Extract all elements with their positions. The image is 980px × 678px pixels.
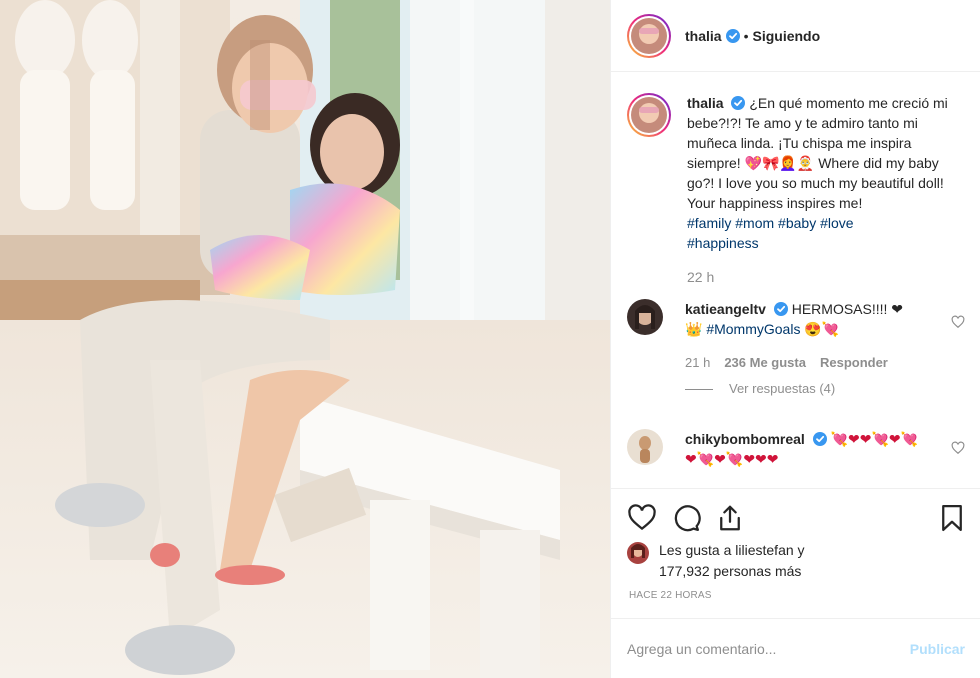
hashtag[interactable]: #mom bbox=[735, 215, 774, 231]
likes-count[interactable]: 177,932 personas más bbox=[659, 563, 801, 579]
following-button[interactable]: Siguiendo bbox=[752, 28, 820, 44]
comment-item: chikybombomreal 💘❤❤💘❤💘 ❤💘❤💘❤❤❤ bbox=[627, 429, 972, 469]
comment-text-2: 👑 #MommyGoals 😍💘 bbox=[685, 321, 840, 337]
liker-username[interactable]: liliestefan bbox=[735, 542, 793, 558]
verified-badge-icon bbox=[773, 302, 788, 316]
liker-avatar[interactable] bbox=[627, 542, 649, 564]
comment-like-heart-icon[interactable] bbox=[951, 441, 965, 455]
comments-list[interactable]: thalia ¿En qué momento me creció mi bebe… bbox=[611, 73, 980, 488]
post-side-panel: thalia • Siguiendo thalia ¿En qué moment… bbox=[610, 0, 980, 678]
publish-button[interactable]: Publicar bbox=[910, 641, 965, 657]
comment-text: HERMOSAS!!!! ❤ bbox=[791, 301, 904, 317]
bookmark-icon[interactable] bbox=[937, 503, 967, 533]
comment-likes[interactable]: 236 Me gusta bbox=[724, 353, 806, 373]
verified-badge-icon bbox=[725, 28, 740, 43]
view-replies-label: Ver respuestas (4) bbox=[729, 381, 836, 396]
action-bar bbox=[611, 488, 980, 548]
comment-icon[interactable] bbox=[671, 503, 701, 533]
caption-text: ¿En qué momento me creció mi bebe?!?! Te… bbox=[687, 95, 948, 211]
header-separator: • bbox=[743, 27, 749, 44]
post-header: thalia • Siguiendo bbox=[611, 0, 980, 72]
verified-badge-icon bbox=[812, 432, 827, 446]
comment-time[interactable]: 21 h bbox=[685, 353, 710, 373]
commenter-avatar[interactable] bbox=[627, 429, 663, 465]
comment-text: 💘❤❤💘❤💘 bbox=[830, 431, 919, 447]
comment-username[interactable]: chikybombomreal bbox=[685, 431, 805, 447]
author-avatar[interactable] bbox=[627, 13, 671, 58]
reply-button[interactable]: Responder bbox=[820, 353, 888, 373]
caption-time[interactable]: 22 h bbox=[687, 267, 964, 287]
commenter-avatar[interactable] bbox=[627, 299, 663, 335]
add-comment-bar: Publicar bbox=[611, 618, 980, 678]
author-username[interactable]: thalia bbox=[685, 28, 722, 44]
comment-like-heart-icon[interactable] bbox=[951, 315, 965, 329]
caption-avatar[interactable] bbox=[627, 93, 671, 137]
hashtag[interactable]: #happiness bbox=[687, 235, 759, 251]
caption-username[interactable]: thalia bbox=[687, 95, 724, 111]
view-replies-button[interactable]: Ver respuestas (4) bbox=[685, 379, 935, 399]
comment-username[interactable]: katieangeltv bbox=[685, 301, 766, 317]
post-photo[interactable] bbox=[0, 0, 610, 678]
comment-text-2: ❤💘❤💘❤❤❤ bbox=[685, 451, 779, 467]
heart-icon[interactable] bbox=[627, 503, 657, 533]
hashtag[interactable]: #love bbox=[820, 215, 853, 231]
hashtag[interactable]: #baby bbox=[778, 215, 816, 231]
verified-badge-icon bbox=[731, 96, 746, 110]
hashtag[interactable]: #family bbox=[687, 215, 731, 231]
photo-illustration bbox=[0, 0, 610, 678]
likes-suffix: y bbox=[797, 542, 805, 558]
comment-input[interactable] bbox=[627, 640, 910, 657]
share-icon[interactable] bbox=[715, 503, 745, 533]
comment-item: katieangeltv HERMOSAS!!!! ❤ 👑 #MommyGoal… bbox=[627, 299, 972, 399]
caption: thalia ¿En qué momento me creció mi bebe… bbox=[627, 93, 972, 287]
likes-prefix: Les gusta a bbox=[659, 542, 732, 558]
post-timestamp[interactable]: HACE 22 HORAS bbox=[629, 590, 712, 601]
likes-summary: Les gusta a liliestefan y 177,932 person… bbox=[627, 540, 967, 582]
